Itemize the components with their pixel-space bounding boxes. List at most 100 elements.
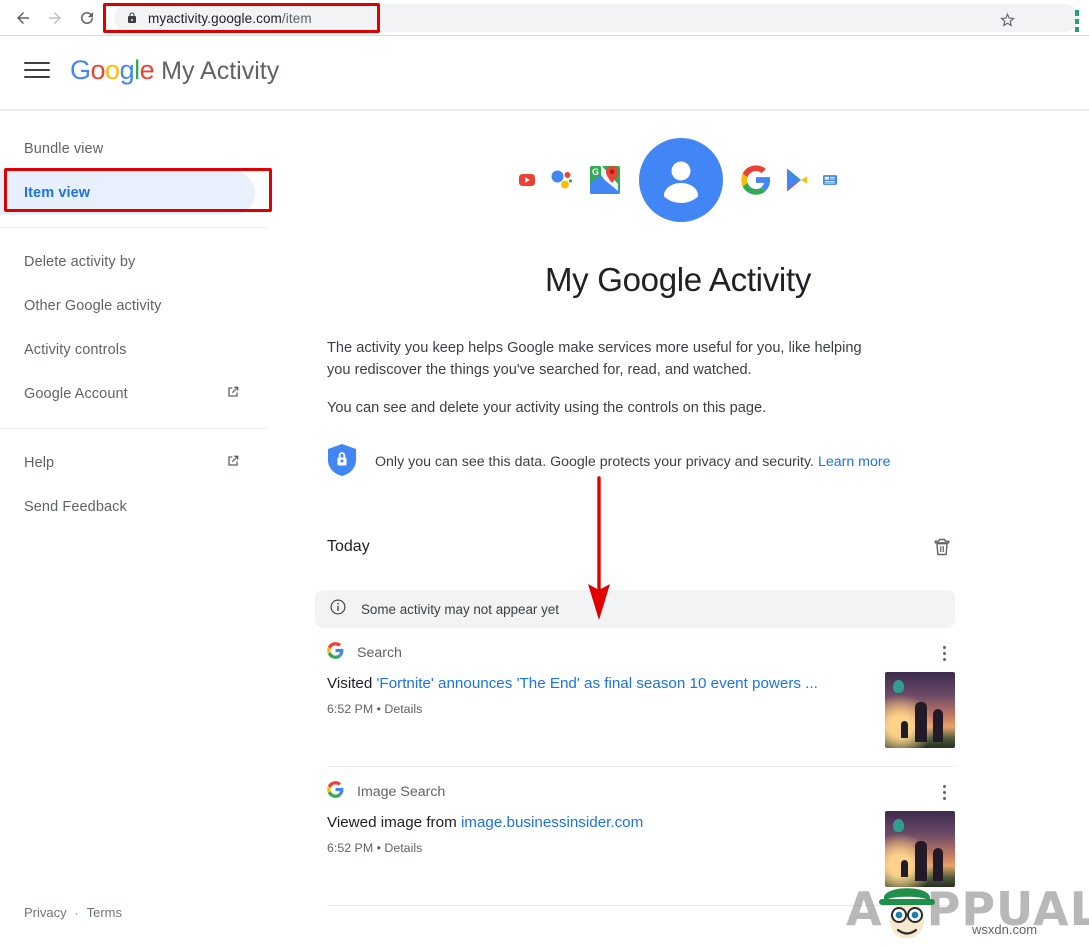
info-icon [329, 598, 347, 621]
activity-item-header: Image Search [327, 767, 955, 811]
google-search-icon [741, 165, 771, 195]
activity-item: Image Search Viewed image from image.bus… [327, 767, 955, 906]
sidebar-divider-1 [0, 227, 267, 228]
privacy-notice: Only you can see this data. Google prote… [327, 443, 927, 482]
app-icon-strip: G [267, 138, 1089, 222]
activity-item-body: Viewed image from image.businessinsider.… [327, 811, 955, 905]
thumbnail-figure [915, 841, 927, 881]
activity-item-meta: 6:52 PM • Details [327, 702, 847, 716]
page-root: myactivity.google.com/item Google My Act… [0, 0, 1089, 948]
shield-lock-icon [327, 443, 357, 482]
svg-text:G: G [592, 167, 599, 177]
sidebar-item-label: Google Account [24, 386, 128, 402]
news-icon [823, 174, 837, 186]
url-path: /item [282, 11, 312, 26]
privacy-notice-body: Only you can see this data. Google prote… [375, 454, 814, 470]
activity-item-body: Visited 'Fortnite' announces 'The End' a… [327, 672, 955, 766]
browser-nav-buttons [0, 3, 102, 33]
bookmark-button[interactable] [995, 7, 1019, 31]
activity-date-label: Today [327, 538, 370, 556]
app-header: Google My Activity [0, 36, 1089, 104]
page-title: My Google Activity [267, 261, 1089, 299]
privacy-notice-text: Only you can see this data. Google prote… [375, 443, 891, 472]
activity-item-text: Visited 'Fortnite' announces 'The End' a… [327, 672, 847, 716]
sidebar-item-help[interactable]: Help [0, 441, 267, 485]
thumbnail-figure [933, 848, 943, 881]
sidebar-item-bundle-view[interactable]: Bundle view [0, 127, 267, 171]
activity-item: Search Visited 'Fortnite' announces 'The… [327, 628, 955, 767]
activity-item-time: 6:52 PM [327, 841, 373, 855]
activity-item-thumbnail[interactable] [885, 811, 955, 887]
star-icon [999, 11, 1016, 28]
activity-source-label: Search [357, 645, 402, 661]
thumbnail-glider-figure [893, 680, 904, 693]
thumbnail-figure [901, 860, 908, 877]
hamburger-menu-icon[interactable] [24, 58, 50, 82]
sidebar-item-other-google-activity[interactable]: Other Google activity [0, 284, 267, 328]
sidebar-nav: Bundle view Item view Delete activity by… [0, 111, 267, 948]
thumbnail-figure [915, 702, 927, 742]
url-text: myactivity.google.com/item [148, 11, 312, 26]
sidebar-item-label: Other Google activity [24, 298, 162, 314]
thumbnail-figure [901, 721, 908, 738]
reload-button[interactable] [72, 3, 102, 33]
url-host: myactivity.google.com [148, 11, 282, 26]
intro-paragraph-2: You can see and delete your activity usi… [327, 397, 887, 419]
activity-meta-separator: • [373, 841, 384, 855]
activity-source: Search [327, 642, 402, 664]
privacy-link[interactable]: Privacy [24, 905, 67, 920]
sidebar-item-send-feedback[interactable]: Send Feedback [0, 485, 267, 529]
app-title: My Activity [161, 57, 279, 86]
sidebar-item-google-account[interactable]: Google Account [0, 372, 267, 416]
sidebar-item-activity-controls[interactable]: Activity controls [0, 328, 267, 372]
main-content: G [267, 111, 1089, 948]
activity-item-link[interactable]: 'Fortnite' announces 'The End' as final … [377, 675, 818, 692]
footer-separator: · [75, 906, 79, 920]
activity-item-link[interactable]: image.businessinsider.com [461, 814, 643, 831]
forward-button[interactable] [40, 3, 70, 33]
hero-section: G [267, 111, 1089, 241]
sidebar-item-item-view[interactable]: Item view [0, 171, 255, 215]
activity-item-menu-button[interactable] [933, 641, 955, 665]
thumbnail-glider-figure [893, 819, 904, 832]
person-icon [655, 154, 707, 206]
activity-item-menu-button[interactable] [933, 780, 955, 804]
avatar[interactable] [639, 138, 723, 222]
activity-date-header: Today [327, 534, 955, 560]
activity-item-meta: 6:52 PM • Details [327, 841, 847, 855]
activity-details-link[interactable]: Details [384, 702, 422, 716]
external-link-icon [225, 453, 241, 473]
back-button[interactable] [8, 3, 38, 33]
learn-more-link[interactable]: Learn more [818, 454, 891, 470]
address-bar[interactable]: myactivity.google.com/item [114, 4, 1079, 32]
assistant-icon [549, 167, 575, 193]
sidebar-item-delete-activity-by[interactable]: Delete activity by [0, 240, 267, 284]
activity-item-thumbnail[interactable] [885, 672, 955, 748]
sidebar-item-label: Item view [24, 185, 90, 201]
intro-paragraph-1: The activity you keep helps Google make … [327, 337, 887, 381]
trash-icon [932, 536, 952, 558]
activity-item-time: 6:52 PM [327, 702, 373, 716]
sidebar-item-label: Delete activity by [24, 254, 135, 270]
activity-source: Image Search [327, 781, 445, 803]
sidebar-divider-2 [0, 428, 267, 429]
maps-icon: G [589, 164, 621, 196]
browser-toolbar: myactivity.google.com/item [0, 0, 1089, 36]
activity-source-label: Image Search [357, 784, 445, 800]
delete-activity-button[interactable] [929, 534, 955, 560]
activity-banner-text: Some activity may not appear yet [361, 602, 559, 617]
lock-icon [126, 11, 138, 25]
sidebar-footer: Privacy · Terms [24, 905, 122, 920]
google-logo: Google [70, 55, 154, 86]
activity-item-title: Visited 'Fortnite' announces 'The End' a… [327, 672, 847, 696]
extension-icon-fragment[interactable] [1075, 10, 1079, 32]
activity-details-link[interactable]: Details [384, 841, 422, 855]
google-g-icon [327, 642, 344, 664]
activity-meta-separator: • [373, 702, 384, 716]
thumbnail-figure [933, 709, 943, 742]
activity-item-divider [327, 905, 955, 906]
terms-link[interactable]: Terms [87, 905, 122, 920]
forward-arrow-icon [46, 9, 64, 27]
activity-item-header: Search [327, 628, 955, 672]
google-g-icon [327, 781, 344, 803]
